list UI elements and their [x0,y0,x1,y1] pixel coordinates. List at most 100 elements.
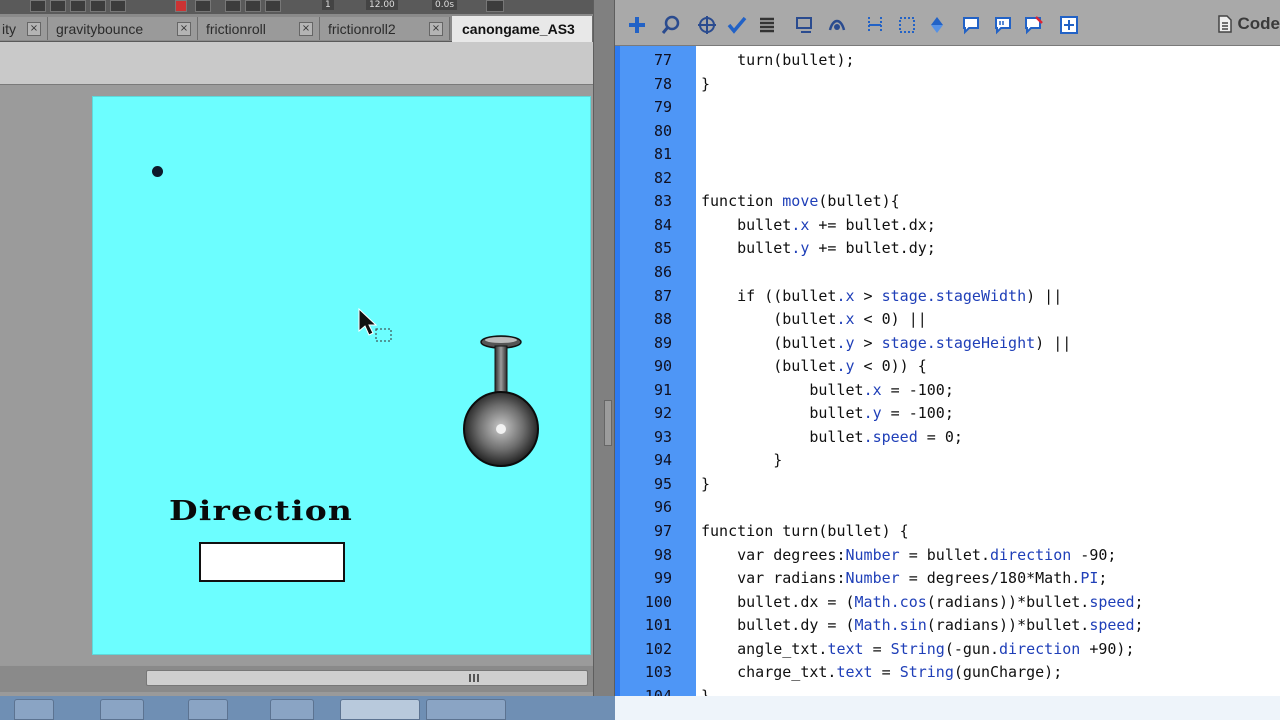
code-token-keyword: Number [845,569,900,588]
code-line: } [701,451,782,469]
scrollbar-track[interactable] [146,670,588,686]
taskbar-app-icon[interactable] [270,699,314,720]
code-snippets-button[interactable]: Code [1214,14,1280,34]
code-token-keyword: .x [791,215,810,234]
panel-splitter[interactable] [593,0,615,720]
collapse-selection-icon[interactable] [897,15,917,35]
actions-toolbar: Code [615,0,1280,46]
line-number: 88 [653,310,672,329]
line-number: 93 [653,427,672,446]
add-script-icon[interactable] [627,15,647,35]
line-number: 82 [653,168,672,187]
close-icon[interactable]: × [299,21,313,36]
tab-label: gravitybounce [56,20,144,37]
show-hide-toolbox-icon[interactable] [1059,15,1079,35]
code-token: bullet.dx = ( [701,592,855,611]
line-number: 95 [653,474,672,493]
taskbar-flash-icon[interactable] [340,699,420,720]
code-token: < 0)) { [854,357,927,376]
cannon-gun[interactable] [462,334,540,468]
code-token-keyword: speed [1089,616,1135,635]
tab-frictionroll2[interactable]: frictionroll2 × [320,17,450,40]
code-line: (bullet.y > stage.stageHeight) || [701,334,1071,352]
remove-comment-icon[interactable] [1023,15,1043,35]
tab-frictionroll[interactable]: frictionroll × [198,17,320,40]
code-token: += bullet.dx; [809,215,936,234]
collapse-braces-icon[interactable] [865,15,885,35]
loop-button[interactable] [195,0,211,12]
code-token: = -100; [881,380,954,399]
next-frame-button[interactable] [90,0,106,12]
line-number: 84 [653,215,672,234]
code-token: var degrees: [701,545,846,564]
target-icon[interactable] [697,15,717,35]
tab-canongame-as3[interactable]: canongame_AS3 [452,16,593,42]
last-frame-button[interactable] [110,0,126,12]
line-number: 92 [653,404,672,423]
line-number: 96 [653,498,672,517]
taskbar-window-icon[interactable] [426,699,506,720]
debug-icon[interactable] [827,15,847,35]
code-token: (-gun. [944,639,1000,658]
code-token: ; [1134,616,1144,635]
code-token-keyword: text [827,639,864,658]
code-line: if ((bullet.x > stage.stageWidth) || [701,287,1062,305]
code-line: angle_txt.text = String(-gun.direction +… [701,639,1134,658]
code-token: = -100; [881,404,954,423]
close-icon[interactable]: × [177,21,191,36]
apply-line-comment-icon[interactable] [993,15,1013,35]
code-line: } [701,75,710,93]
taskbar-app-icon[interactable] [14,699,54,720]
expand-all-icon[interactable] [927,15,947,35]
code-token: += bullet.dy; [809,239,936,258]
close-icon[interactable]: × [27,21,41,36]
code-token-keyword: .speed [863,427,918,446]
code-token: bullet [701,239,792,258]
code-token: ) || [1026,286,1063,305]
code-token: function [701,192,783,211]
code-token: } [701,451,783,470]
timeline-scroll-button[interactable] [486,0,504,12]
script-editor[interactable]: turn(bullet);} function move(bullet){ bul… [696,46,1280,696]
check-syntax-icon[interactable] [727,15,747,35]
code-token-keyword: .y [836,357,855,376]
tab-gravitybounce[interactable]: gravitybounce × [48,17,198,40]
line-number: 81 [653,145,672,164]
code-hint-icon[interactable] [795,15,815,35]
code-line: var radians:Number = degrees/180*Math.PI… [701,569,1107,587]
code-token: bullet [701,380,864,399]
taskbar-explorer-icon[interactable] [188,699,228,720]
code-line: } [701,687,710,696]
first-frame-button[interactable] [30,0,46,12]
splitter-grip-icon[interactable] [604,400,612,446]
onion-skin-button[interactable] [225,0,241,12]
tab-ity[interactable]: ity × [0,17,48,40]
code-token: ; [1098,569,1108,588]
playhead-marker[interactable] [175,0,187,12]
auto-format-icon[interactable] [757,15,777,35]
code-line: } [701,475,710,493]
edit-multiple-button[interactable] [265,0,281,12]
code-line: bullet.y += bullet.dy; [701,239,936,257]
find-icon[interactable] [661,15,681,35]
code-line: charge_txt.text = String(gunCharge); [701,663,1062,681]
code-token: function turn(bullet) { [701,522,909,540]
close-icon[interactable]: × [429,21,443,36]
direction-input[interactable] [199,542,345,582]
code-line: (bullet.y < 0)) { [701,357,927,375]
code-token-keyword: speed [1089,592,1135,611]
onion-outline-button[interactable] [245,0,261,12]
prev-frame-button[interactable] [50,0,66,12]
code-token: ) || [1035,333,1072,352]
line-number: 91 [653,380,672,399]
play-button[interactable] [70,0,86,12]
taskbar-browser-icon[interactable] [100,699,144,720]
code-line: function move(bullet){ [701,192,900,210]
line-number: 85 [653,239,672,258]
apply-block-comment-icon[interactable] [961,15,981,35]
tab-label: frictionroll [206,20,266,37]
code-token: (radians))*bullet. [926,592,1090,611]
code-token-keyword: stage.stageHeight [881,333,1036,352]
scroll-grip-icon[interactable] [468,673,480,683]
code-line: turn(bullet); [701,51,854,69]
